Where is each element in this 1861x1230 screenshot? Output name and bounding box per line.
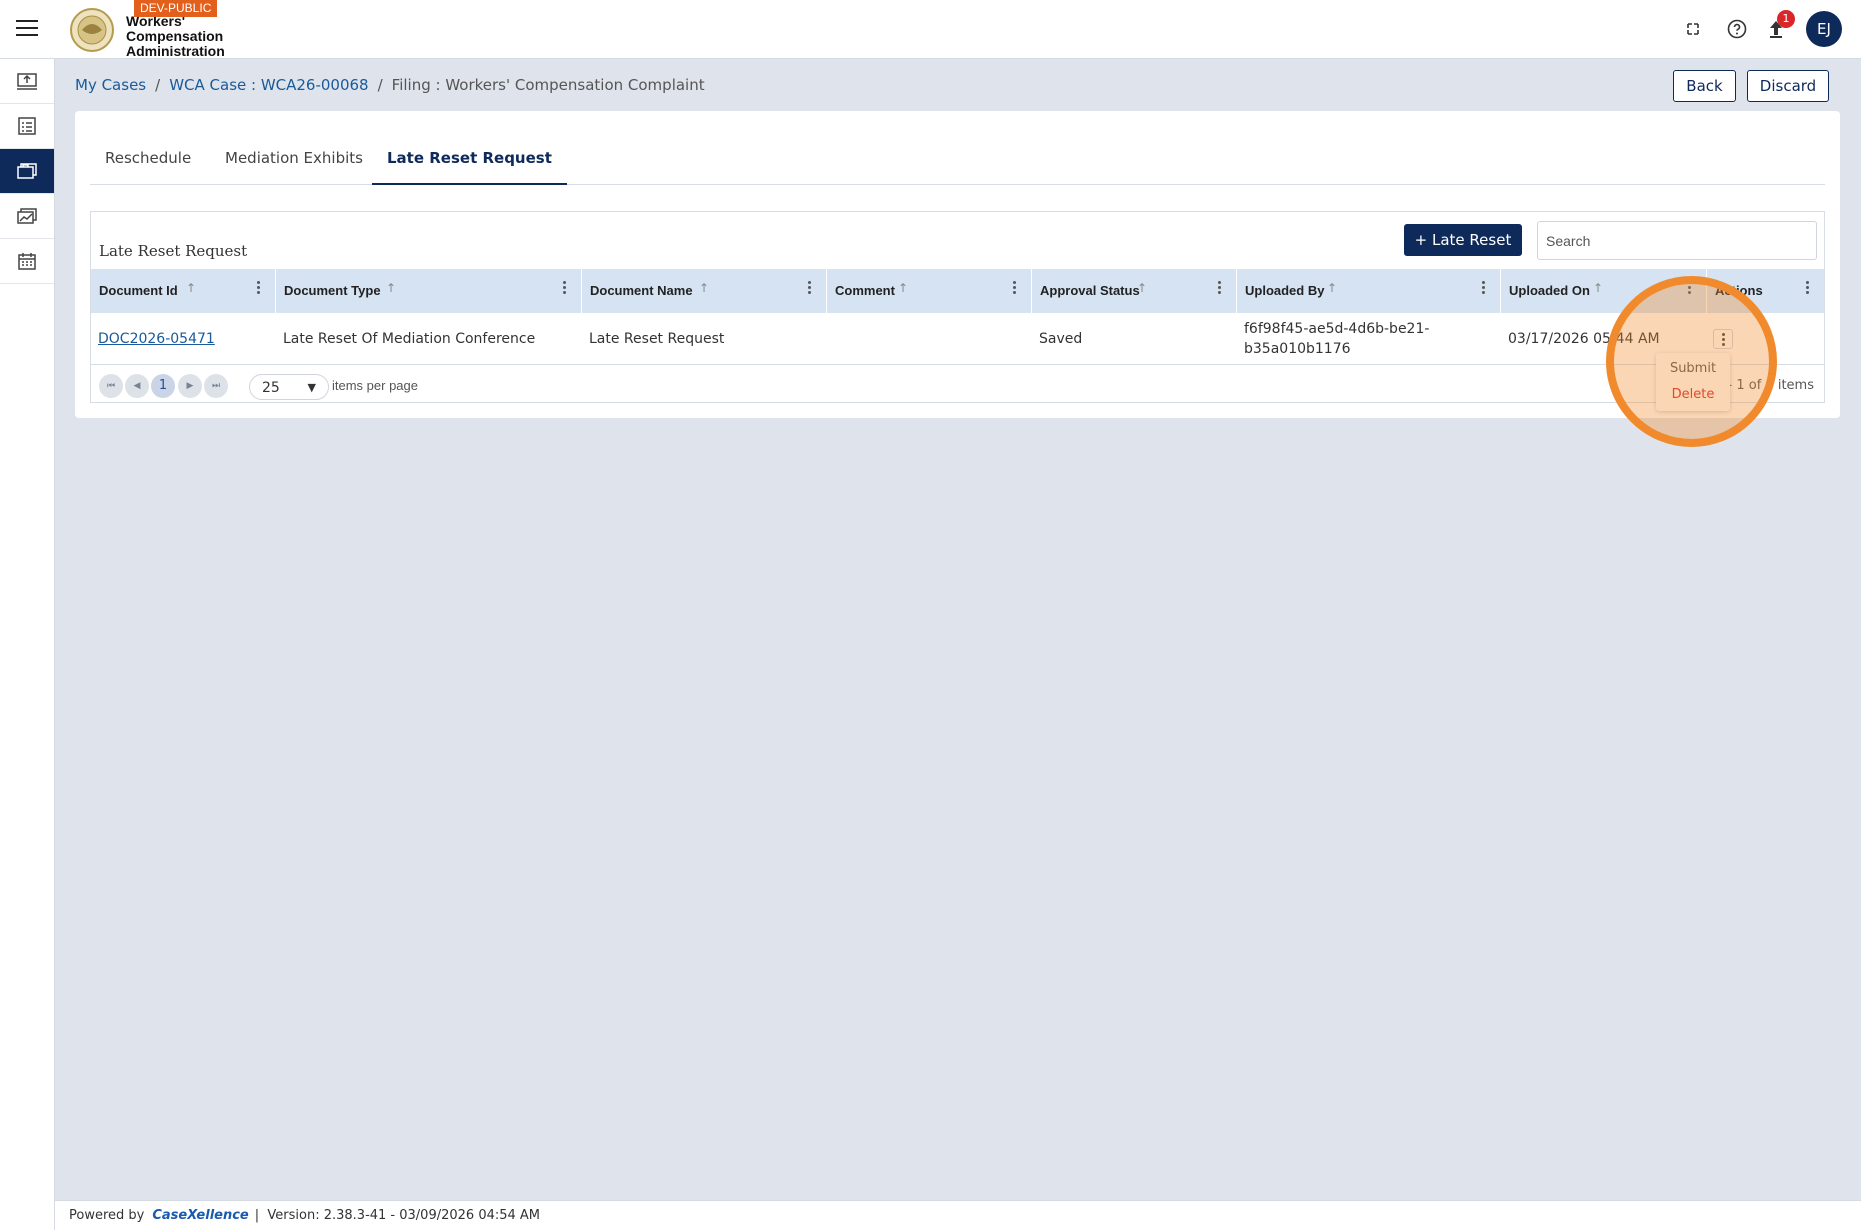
row-actions-menu: Submit Delete bbox=[1656, 353, 1730, 411]
column-menu-icon[interactable] bbox=[808, 281, 812, 297]
grid-header: Document Id ↑ Document Type ↑ Document Nam… bbox=[91, 269, 1824, 313]
footer: Powered by CaseXellence | Version: 2.38.3-… bbox=[55, 1200, 1861, 1230]
sort-icon[interactable]: ↑ bbox=[186, 281, 196, 295]
list-icon bbox=[18, 117, 36, 135]
sidebar-item-calendar[interactable] bbox=[0, 239, 54, 284]
back-button[interactable]: Back bbox=[1673, 70, 1736, 102]
column-label: Actions bbox=[1715, 283, 1763, 298]
search-input[interactable] bbox=[1537, 221, 1817, 260]
column-label: Document Type bbox=[284, 283, 381, 298]
sort-icon[interactable]: ↑ bbox=[1327, 281, 1337, 295]
tab-bar: Reschedule Mediation Exhibits Late Reset… bbox=[90, 141, 1825, 185]
content-card: Reschedule Mediation Exhibits Late Reset… bbox=[75, 111, 1840, 418]
footer-separator: | bbox=[254, 1208, 260, 1223]
cell-comment bbox=[827, 313, 1032, 365]
column-label: Document Id bbox=[99, 283, 178, 298]
cell-approval-status: Saved bbox=[1039, 331, 1083, 347]
document-id-link[interactable]: DOC2026-05471 bbox=[98, 331, 215, 347]
column-menu-icon[interactable] bbox=[1482, 281, 1486, 297]
items-per-page-select[interactable]: 25 ▼ bbox=[249, 374, 329, 400]
column-header-document-type[interactable]: Document Type ↑ bbox=[276, 269, 582, 313]
sort-icon[interactable]: ↑ bbox=[898, 281, 908, 295]
help-icon[interactable] bbox=[1725, 17, 1749, 41]
sidebar-item-upload[interactable] bbox=[0, 59, 54, 104]
tab-mediation-exhibits[interactable]: Mediation Exhibits bbox=[210, 141, 378, 185]
tab-reschedule[interactable]: Reschedule bbox=[90, 141, 206, 185]
upload-icon bbox=[17, 73, 37, 90]
menu-item-delete[interactable]: Delete bbox=[1656, 383, 1730, 407]
sort-icon[interactable]: ↑ bbox=[1593, 281, 1603, 295]
last-page-icon[interactable]: ⏭ bbox=[204, 374, 228, 398]
cell-document-name: Late Reset Request bbox=[589, 331, 725, 347]
column-header-approval-status[interactable]: Approval Status ↑ bbox=[1032, 269, 1237, 313]
column-label: Approval Status bbox=[1040, 283, 1140, 298]
fullscreen-icon[interactable] bbox=[1681, 17, 1705, 41]
column-menu-icon[interactable] bbox=[1806, 281, 1810, 297]
tab-late-reset-request[interactable]: Late Reset Request bbox=[372, 141, 567, 185]
column-label: Document Name bbox=[590, 283, 693, 298]
documents-grid: Late Reset Request + Late Reset Document… bbox=[90, 211, 1825, 403]
menu-item-submit[interactable]: Submit bbox=[1656, 357, 1730, 381]
next-page-icon[interactable]: ▶ bbox=[178, 374, 202, 398]
add-late-reset-button[interactable]: + Late Reset bbox=[1404, 224, 1522, 256]
calendar-icon bbox=[18, 253, 36, 270]
column-menu-icon[interactable] bbox=[563, 281, 567, 297]
casexellence-logo: CaseXellence bbox=[152, 1208, 249, 1223]
column-header-uploaded-on[interactable]: Uploaded On ↑ bbox=[1501, 269, 1707, 313]
chart-icon bbox=[17, 208, 37, 224]
column-menu-icon[interactable] bbox=[1218, 281, 1222, 297]
grid-title: Late Reset Request bbox=[99, 242, 248, 260]
column-menu-icon[interactable] bbox=[1013, 281, 1017, 297]
breadcrumb-current: Filing : Workers' Compensation Complaint bbox=[391, 76, 705, 94]
state-seal-logo bbox=[70, 8, 114, 52]
prev-page-icon[interactable]: ◀ bbox=[125, 374, 149, 398]
version-info: Version: 2.38.3-41 - 03/09/2026 04:54 AM bbox=[267, 1208, 541, 1223]
menu-icon[interactable] bbox=[16, 20, 38, 36]
column-label: Comment bbox=[835, 283, 895, 298]
briefcase-icon bbox=[17, 163, 37, 179]
column-header-document-name[interactable]: Document Name ↑ bbox=[582, 269, 827, 313]
row-actions-button[interactable] bbox=[1713, 329, 1733, 349]
sidebar-item-list[interactable] bbox=[0, 104, 54, 149]
breadcrumb-separator: / bbox=[377, 76, 383, 94]
dropdown-arrow-icon: ▼ bbox=[307, 381, 316, 394]
breadcrumb: My Cases / WCA Case : WCA26-00068 / Filing :… bbox=[75, 76, 705, 94]
column-menu-icon[interactable] bbox=[1688, 281, 1692, 297]
sort-icon[interactable]: ↑ bbox=[1137, 281, 1147, 295]
breadcrumb-separator: / bbox=[155, 76, 161, 94]
cell-uploaded-by: f6f98f45-ae5d-4d6b-be21-b35a010b1176 bbox=[1244, 321, 1430, 357]
sort-icon[interactable]: ↑ bbox=[699, 281, 709, 295]
items-per-page-value: 25 bbox=[262, 380, 280, 396]
column-menu-icon[interactable] bbox=[257, 281, 261, 297]
top-header: Workers' Compensation Administration DEV… bbox=[0, 0, 1861, 59]
column-header-uploaded-by[interactable]: Uploaded By ↑ bbox=[1237, 269, 1501, 313]
first-page-icon[interactable]: ⏮ bbox=[99, 374, 123, 398]
breadcrumb-my-cases[interactable]: My Cases bbox=[75, 76, 146, 94]
user-avatar[interactable]: EJ bbox=[1806, 11, 1842, 47]
sidebar-item-analytics[interactable] bbox=[0, 194, 54, 239]
cell-document-type: Late Reset Of Mediation Conference bbox=[283, 331, 536, 347]
column-label: Uploaded By bbox=[1245, 283, 1325, 298]
column-label: Uploaded On bbox=[1509, 283, 1590, 298]
table-row: DOC2026-05471 Late Reset Of Mediation Co… bbox=[91, 313, 1824, 365]
side-nav bbox=[0, 59, 55, 1230]
page-number-button[interactable]: 1 bbox=[151, 374, 175, 398]
column-header-comment[interactable]: Comment ↑ bbox=[827, 269, 1032, 313]
environment-badge: DEV-PUBLIC bbox=[134, 0, 218, 17]
org-name: Workers' Compensation Administration bbox=[126, 13, 225, 59]
breadcrumb-wca-case[interactable]: WCA Case : WCA26-00068 bbox=[169, 76, 368, 94]
notification-badge: 1 bbox=[1777, 10, 1795, 28]
items-per-page-label: items per page bbox=[332, 378, 418, 393]
column-header-actions: Actions bbox=[1707, 269, 1824, 313]
sidebar-item-cases[interactable] bbox=[0, 149, 54, 194]
cell-document-id: DOC2026-05471 bbox=[91, 313, 276, 365]
discard-button[interactable]: Discard bbox=[1747, 70, 1829, 102]
sort-icon[interactable]: ↑ bbox=[386, 281, 396, 295]
column-header-document-id[interactable]: Document Id ↑ bbox=[91, 269, 276, 313]
powered-by-label: Powered by bbox=[69, 1208, 145, 1223]
